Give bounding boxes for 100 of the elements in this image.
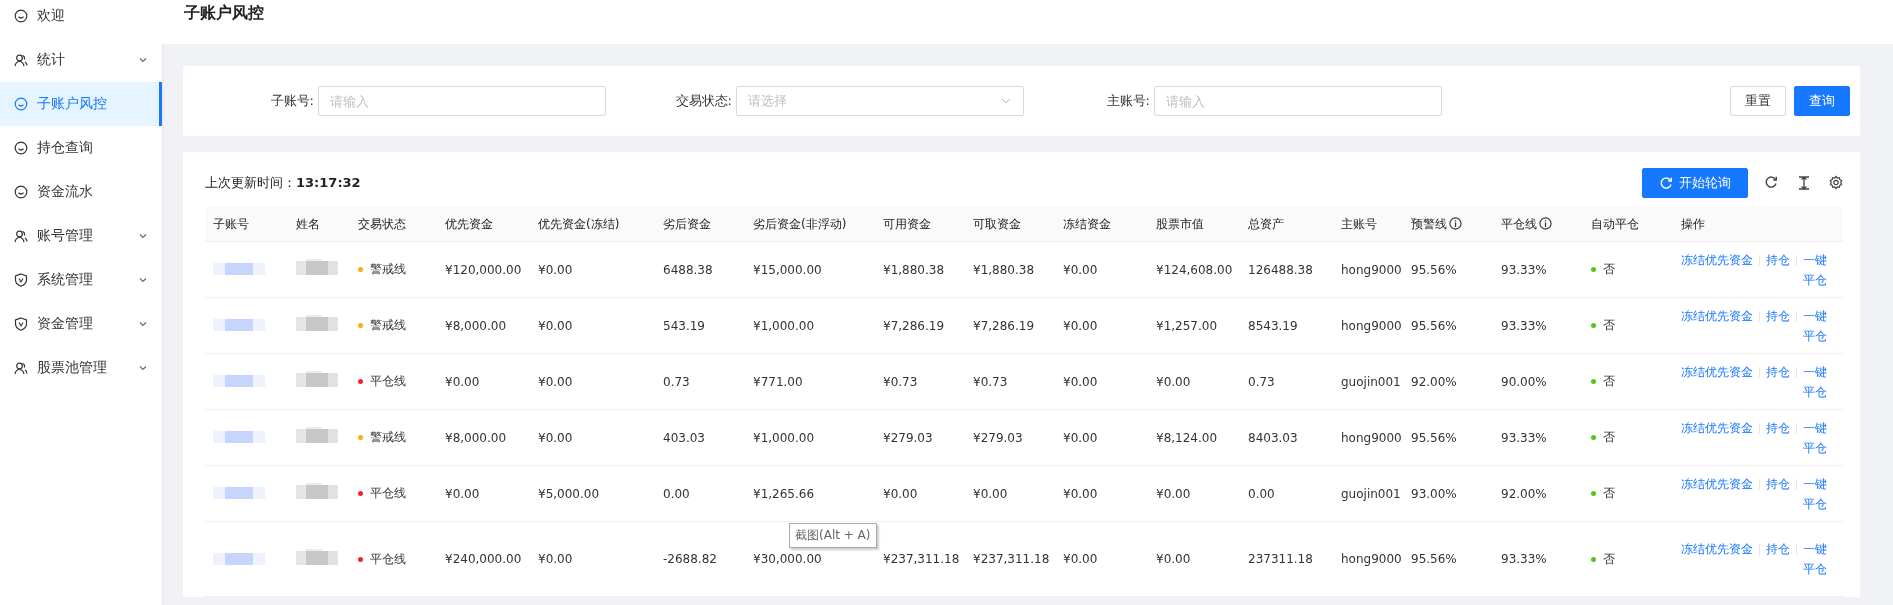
action-link[interactable]: 持仓 (1766, 252, 1790, 267)
table-cell: 93.33% (1501, 552, 1547, 566)
field-label: 交易状态: (674, 92, 732, 110)
table-cell: ¥0.00 (973, 486, 1008, 501)
table-cell: 8543.19 (1248, 318, 1298, 333)
action-link[interactable]: 一键平仓 (1803, 361, 1829, 402)
table-cell: -2688.82 (663, 552, 717, 566)
table-cell: ¥0.00 (1063, 430, 1098, 445)
column-header: 冻结资金 (1063, 216, 1111, 231)
sidebar-item[interactable]: 欢迎 (0, 0, 162, 38)
action-link[interactable]: 持仓 (1766, 476, 1790, 491)
table-cell: ¥1,257.00 (1156, 318, 1218, 333)
sidebar-item[interactable]: 账号管理 (0, 214, 162, 258)
update-time: 13:17:32 (296, 174, 361, 190)
status-text: 警戒线 (370, 430, 406, 444)
row-height-icon[interactable] (1796, 174, 1812, 191)
column-header: 可取资金 (973, 216, 1021, 231)
table-cell: ¥0.00 (1063, 486, 1098, 501)
table-cell: ¥0.73 (883, 374, 918, 389)
column-header: 交易状态 (358, 216, 406, 231)
table-cell: ¥1,000.00 (753, 318, 815, 333)
sidebar-item[interactable]: 统计 (0, 38, 162, 82)
sidebar-item[interactable]: 资金管理 (0, 302, 162, 346)
status-text: 否 (1603, 430, 1615, 444)
settings-icon[interactable] (1828, 174, 1844, 191)
table-cell: 8403.03 (1248, 430, 1298, 445)
table-cell: ¥279.03 (973, 430, 1023, 445)
reset-button[interactable]: 重置 (1730, 86, 1786, 116)
input-field[interactable]: 请输入 (318, 86, 606, 116)
sidebar-item[interactable]: 系统管理 (0, 258, 162, 302)
table-cell: ¥0.00 (445, 486, 480, 501)
poll-button[interactable]: 开始轮询 (1642, 167, 1748, 198)
action-link[interactable]: 持仓 (1766, 542, 1790, 556)
update-label: 上次更新时间： (205, 174, 296, 190)
action-link[interactable]: 持仓 (1766, 308, 1790, 323)
table-cell: 0.00 (1248, 486, 1275, 501)
status-text: 平仓线 (370, 374, 406, 388)
refresh-icon[interactable] (1764, 174, 1780, 191)
input-field[interactable]: 请输入 (1154, 86, 1442, 116)
table-cell: hong9000 (1341, 262, 1402, 277)
action-link[interactable]: 冻结优先资金 (1681, 542, 1753, 556)
status-text: 平仓线 (370, 551, 406, 566)
table-cell: 92.00% (1411, 374, 1457, 389)
column-header: 预警线 (1411, 216, 1447, 231)
table-cell: ¥7,286.19 (883, 318, 945, 333)
status-text: 否 (1603, 262, 1615, 276)
table-cell: ¥1,880.38 (883, 262, 945, 277)
table-cell: hong9000 (1341, 430, 1402, 445)
table-cell: 90.00% (1501, 374, 1547, 389)
table-cell: ¥0.00 (1063, 374, 1098, 389)
sidebar-item[interactable]: 资金流水 (0, 170, 162, 214)
action-link[interactable]: 冻结优先资金 (1681, 420, 1753, 435)
table-cell: guojin001 (1341, 374, 1401, 389)
search-button[interactable]: 查询 (1794, 86, 1850, 116)
action-link[interactable]: 冻结优先资金 (1681, 252, 1753, 267)
table-cell: ¥124,608.00 (1156, 262, 1233, 277)
table-cell: ¥0.00 (1156, 552, 1191, 566)
smiley-icon (14, 9, 28, 23)
table-cell: 93.00% (1411, 486, 1457, 501)
table-cell: 93.33% (1501, 318, 1547, 333)
action-link[interactable]: 一键平仓 (1803, 473, 1829, 514)
action-link[interactable]: 冻结优先资金 (1681, 476, 1753, 491)
column-header: 股票市值 (1156, 216, 1204, 231)
smiley-icon (14, 141, 28, 155)
column-header: 总资产 (1248, 216, 1284, 231)
table-cell: ¥0.00 (445, 374, 480, 389)
table-cell: 403.03 (663, 430, 705, 445)
action-link[interactable]: 一键平仓 (1803, 305, 1829, 346)
action-link[interactable]: 一键平仓 (1803, 417, 1829, 458)
action-link[interactable]: 冻结优先资金 (1681, 364, 1753, 379)
table-cell: ¥1,000.00 (753, 430, 815, 445)
table-cell: 93.33% (1501, 262, 1547, 277)
action-link[interactable]: 持仓 (1766, 364, 1790, 379)
column-header: 子账号 (213, 216, 249, 231)
sidebar-item[interactable]: 子账户风控 (0, 82, 162, 126)
field-label: 主账号: (1105, 92, 1150, 110)
users-icon (14, 229, 28, 243)
table-cell: ¥8,124.00 (1156, 430, 1218, 445)
action-link[interactable]: 一键平仓 (1803, 249, 1829, 290)
table-cell: 92.00% (1501, 486, 1547, 501)
status-text: 否 (1603, 318, 1615, 332)
users-icon (14, 361, 28, 375)
status-text: 否 (1603, 551, 1615, 566)
action-link[interactable]: 一键平仓 (1803, 539, 1829, 579)
action-link[interactable]: 冻结优先资金 (1681, 308, 1753, 323)
column-header: 操作 (1681, 216, 1705, 231)
table-cell: ¥0.00 (1063, 552, 1098, 566)
table-cell: 6488.38 (663, 262, 713, 277)
table-cell: hong9000 (1341, 318, 1402, 333)
table-cell: ¥30,000.00 (753, 552, 822, 566)
table-cell: 0.73 (1248, 374, 1275, 389)
sidebar-item[interactable]: 股票池管理 (0, 346, 162, 390)
action-link[interactable]: 持仓 (1766, 420, 1790, 435)
table-cell: ¥0.00 (883, 486, 918, 501)
refresh-icon (1659, 175, 1673, 190)
table-cell: 93.33% (1501, 430, 1547, 445)
sidebar-item[interactable]: 持仓查询 (0, 126, 162, 170)
table-cell: ¥0.00 (1156, 486, 1191, 501)
table-cell: ¥5,000.00 (538, 486, 600, 501)
tooltip: 截图(Alt + A) (789, 523, 877, 548)
